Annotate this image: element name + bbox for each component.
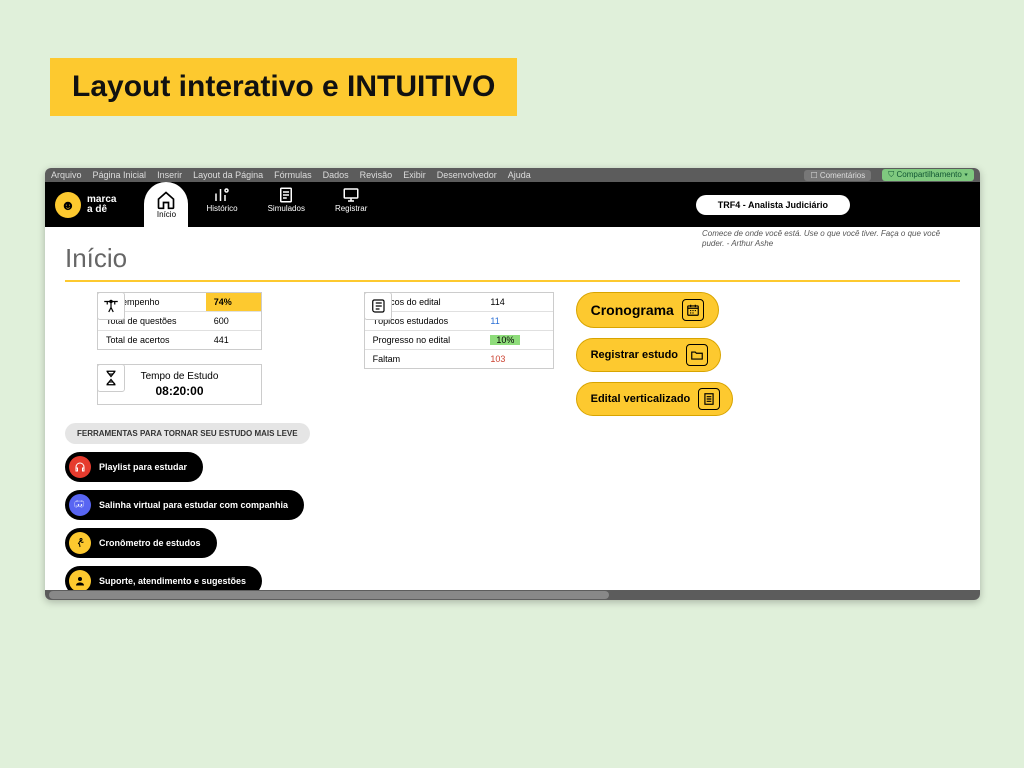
brand-logo: ☻ marcaa dê (55, 192, 116, 218)
button-label: Registrar estudo (591, 349, 678, 361)
menu-arquivo[interactable]: Arquivo (51, 170, 82, 180)
menu-pagina-inicial[interactable]: Página Inicial (93, 170, 147, 180)
topic-value: 103 (482, 349, 552, 368)
button-label: Cronograma (591, 302, 674, 318)
perf-label: Total de acertos (98, 330, 206, 349)
button-label: Edital verticalizado (591, 393, 691, 405)
menu-revisao[interactable]: Revisão (360, 170, 393, 180)
share-button[interactable]: ⛉ Compartilhamento ▾ (882, 169, 974, 181)
menu-layout[interactable]: Layout da Página (193, 170, 263, 180)
menu-formulas[interactable]: Fórmulas (274, 170, 312, 180)
perf-value: 600 (206, 311, 261, 330)
chart-icon (213, 186, 231, 204)
menu-ajuda[interactable]: Ajuda (508, 170, 531, 180)
discord-icon (69, 494, 91, 516)
scroll-icon (364, 292, 392, 320)
headphones-icon (69, 456, 91, 478)
tool-label: Salinha virtual para estudar com companh… (99, 500, 288, 510)
time-label: Tempo de Estudo (112, 371, 247, 382)
clipboard-icon (277, 186, 295, 204)
menu-desenvolvedor[interactable]: Desenvolvedor (437, 170, 497, 180)
cronograma-button[interactable]: Cronograma (576, 292, 719, 328)
nav-tabs: Início Histórico Simulados Registrar (144, 182, 379, 227)
tab-label: Início (157, 210, 176, 219)
tool-suporte[interactable]: Suporte, atendimento e sugestões (65, 566, 262, 590)
topic-value: 11 (482, 311, 552, 330)
logo-mark-icon: ☻ (55, 192, 81, 218)
time-value: 08:20:00 (112, 384, 247, 398)
topic-value: 114 (482, 293, 552, 311)
registrar-estudo-button[interactable]: Registrar estudo (576, 338, 721, 372)
monitor-icon (342, 186, 360, 204)
tool-cronometro[interactable]: Cronômetro de estudos (65, 528, 217, 558)
calendar-icon (682, 299, 704, 321)
menu-dados[interactable]: Dados (323, 170, 349, 180)
runner-icon (69, 532, 91, 554)
tab-historico[interactable]: Histórico (194, 182, 249, 227)
perf-value: 441 (206, 330, 261, 349)
comments-button[interactable]: ☐ Comentários (804, 170, 871, 181)
topic-label: Progresso no edital (365, 330, 483, 349)
tab-label: Simulados (268, 204, 305, 213)
folder-icon (686, 344, 708, 366)
topic-label: Faltam (365, 349, 483, 368)
app-window: Arquivo Página Inicial Inserir Layout da… (45, 168, 980, 600)
tab-inicio[interactable]: Início (144, 182, 188, 227)
topic-value: 10% (482, 330, 552, 349)
tab-label: Registrar (335, 204, 367, 213)
page-content: Comece de onde você está. Use o que você… (45, 227, 980, 590)
perf-value: 74% (206, 293, 261, 311)
menu-exibir[interactable]: Exibir (403, 170, 426, 180)
document-icon (698, 388, 720, 410)
tool-label: Suporte, atendimento e sugestões (99, 576, 246, 586)
horizontal-scrollbar[interactable] (45, 590, 980, 600)
course-badge: TRF4 - Analista Judiciário (696, 195, 850, 215)
tool-salinha[interactable]: Salinha virtual para estudar com companh… (65, 490, 304, 520)
tool-label: Cronômetro de estudos (99, 538, 201, 548)
tool-playlist[interactable]: Playlist para estudar (65, 452, 203, 482)
quote-text: Comece de onde você está. Use o que você… (702, 229, 952, 250)
slide-title: Layout interativo e INTUITIVO (50, 58, 517, 116)
tab-label: Histórico (206, 204, 237, 213)
user-icon (69, 570, 91, 590)
app-topbar: ☻ marcaa dê Início Histórico Simulados R… (45, 182, 980, 227)
hourglass-icon (97, 364, 125, 392)
tab-registrar[interactable]: Registrar (323, 182, 379, 227)
edital-button[interactable]: Edital verticalizado (576, 382, 734, 416)
topics-card: Tópicos do edital114 Tópicos estudados11… (364, 292, 554, 369)
weightlifter-icon (97, 292, 125, 320)
spreadsheet-menubar: Arquivo Página Inicial Inserir Layout da… (45, 168, 980, 182)
tool-label: Playlist para estudar (99, 462, 187, 472)
tools-heading: FERRAMENTAS PARA TORNAR SEU ESTUDO MAIS … (65, 423, 310, 444)
tab-simulados[interactable]: Simulados (256, 182, 317, 227)
home-icon (156, 190, 176, 210)
menu-inserir[interactable]: Inserir (157, 170, 182, 180)
